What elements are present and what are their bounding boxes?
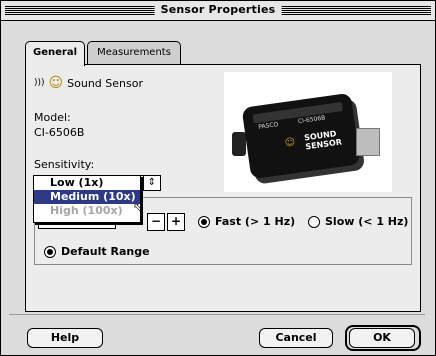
slow-radio[interactable]: Slow (< 1 Hz) <box>308 215 408 228</box>
sensitivity-menu: Low (1x) Medium (10x) High (100x) <box>33 175 141 223</box>
ok-button[interactable]: OK <box>349 328 415 348</box>
model-value: CI-6506B <box>34 126 85 139</box>
default-range-label: Default Range <box>61 245 150 258</box>
radio-on-icon <box>44 245 56 258</box>
sound-sensor-device: PASCO CI-6506B ☺ SOUND SENSOR <box>241 92 361 180</box>
decrease-button[interactable]: − <box>147 213 165 231</box>
fast-label: Fast (> 1 Hz) <box>215 215 296 228</box>
default-range-radio[interactable]: Default Range <box>44 245 150 258</box>
sensor-header: ))) ☺ Sound Sensor <box>34 75 143 91</box>
radio-off-icon <box>308 215 320 228</box>
device-ear-icon: ☺ <box>284 136 297 150</box>
device-sound-sensor-label: SOUND SENSOR <box>303 129 343 152</box>
menu-item-medium[interactable]: Medium (10x) <box>34 190 140 204</box>
sensor-photo: PASCO CI-6506B ☺ SOUND SENSOR <box>224 72 392 192</box>
popup-arrows-icon: ⇕ <box>147 177 156 188</box>
increase-button[interactable]: + <box>167 213 185 231</box>
menu-item-high: High (100x) <box>50 204 123 217</box>
cancel-button[interactable]: Cancel <box>259 328 333 348</box>
window-title: Sensor Properties <box>154 3 282 16</box>
tab-general[interactable]: General <box>25 41 85 66</box>
device-connector <box>356 128 380 156</box>
sensor-properties-window: Sensor Properties General Measurements )… <box>0 0 436 356</box>
model-label: Model: <box>34 111 71 124</box>
device-brand-label: PASCO <box>257 121 279 131</box>
fast-radio[interactable]: Fast (> 1 Hz) <box>198 215 295 228</box>
title-bar[interactable]: Sensor Properties <box>1 1 435 21</box>
sensitivity-label: Sensitivity: <box>34 158 95 171</box>
radio-on-icon <box>198 215 210 228</box>
menu-item-low[interactable]: Low (1x) <box>34 176 140 190</box>
mouse-pointer-icon: ⬁ <box>133 200 144 214</box>
sound-waves-icon: ))) <box>34 78 45 88</box>
device-knob <box>232 132 246 156</box>
slow-label: Slow (< 1 Hz) <box>325 215 409 228</box>
sensor-name: Sound Sensor <box>67 76 143 90</box>
help-button[interactable]: Help <box>27 328 103 348</box>
footer-divider <box>9 314 425 315</box>
tab-measurements[interactable]: Measurements <box>87 41 181 64</box>
ear-icon: ☺ <box>48 75 64 91</box>
